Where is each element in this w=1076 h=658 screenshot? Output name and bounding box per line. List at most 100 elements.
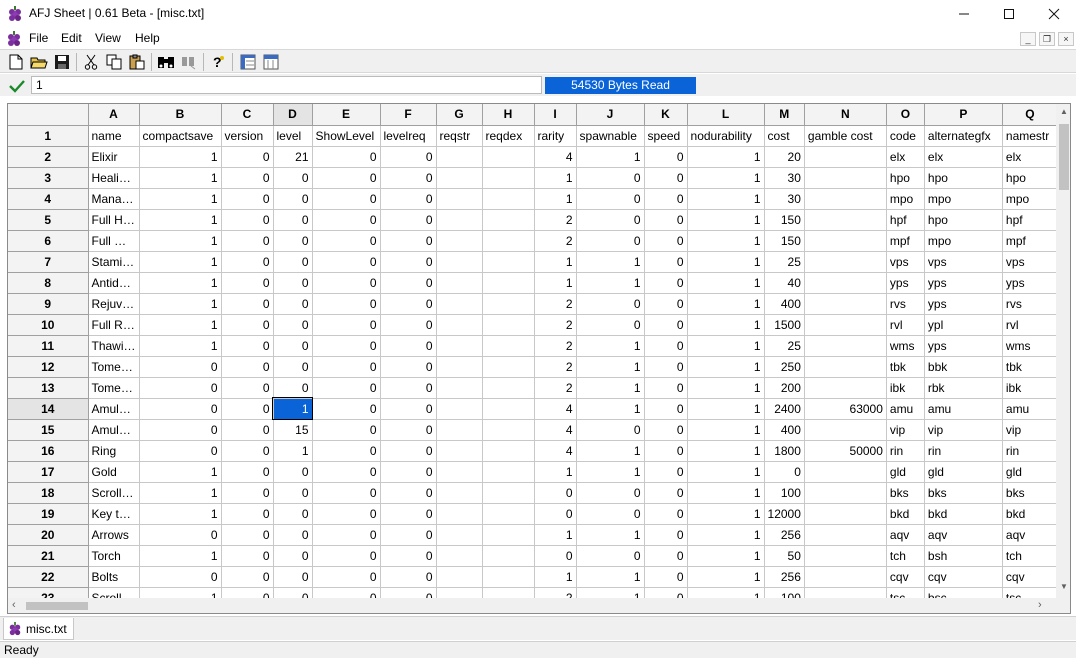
grid-cell[interactable]: Key t…	[88, 503, 140, 525]
grid-cell[interactable]: 0	[139, 356, 222, 378]
grid-cell[interactable]: 0	[273, 566, 313, 588]
grid-cell[interactable]: nodurability	[687, 125, 765, 147]
grid-cell[interactable]: 0	[312, 503, 381, 525]
grid-cell[interactable]: Bolts	[88, 566, 140, 588]
grid-cell[interactable]: 0	[380, 377, 437, 399]
grid-cell[interactable]: 0	[312, 356, 381, 378]
grid-cell[interactable]: yps	[886, 272, 925, 294]
grid-cell[interactable]: rvs	[1002, 293, 1058, 315]
grid-cell[interactable]: 0	[644, 356, 688, 378]
grid-cell[interactable]	[804, 230, 887, 252]
grid-cell[interactable]: bks	[924, 482, 1003, 504]
grid-cell[interactable]: 0	[312, 461, 381, 483]
grid-cell[interactable]: 1	[576, 356, 645, 378]
grid-cell[interactable]: bks	[886, 482, 925, 504]
grid-cell[interactable]: 0	[312, 398, 381, 420]
column-header-g[interactable]: G	[436, 104, 483, 126]
grid-cell[interactable]: vip	[924, 419, 1003, 441]
minimize-button[interactable]	[941, 0, 987, 28]
grid-cell[interactable]: mpf	[886, 230, 925, 252]
grid-cell[interactable]: rvl	[1002, 314, 1058, 336]
grid-cell[interactable]: 0	[576, 188, 645, 210]
new-file-icon[interactable]	[7, 53, 25, 71]
grid-cell[interactable]: 0	[139, 566, 222, 588]
grid-cell[interactable]: 0	[221, 566, 274, 588]
grid-cell[interactable]: 0	[380, 503, 437, 525]
grid-cell[interactable]: 1	[687, 503, 765, 525]
grid-cell[interactable]: 1	[687, 419, 765, 441]
grid-cell[interactable]	[436, 545, 483, 567]
grid-cell[interactable]: speed	[644, 125, 688, 147]
grid-cell[interactable]: 0	[221, 188, 274, 210]
grid-cell[interactable]	[436, 524, 483, 546]
grid-cell[interactable]	[436, 293, 483, 315]
grid-cell[interactable]	[436, 566, 483, 588]
grid-cell[interactable]: 0	[644, 419, 688, 441]
grid-cell[interactable]: 0	[221, 209, 274, 231]
grid-cell[interactable]: Tome…	[88, 356, 140, 378]
grid-cell[interactable]: tch	[1002, 545, 1058, 567]
row-header[interactable]: 3	[8, 167, 89, 189]
grid-cell[interactable]: 21	[273, 146, 313, 168]
column-header-n[interactable]: N	[804, 104, 887, 126]
grid-cell[interactable]: 1	[687, 251, 765, 273]
grid-cell[interactable]: 1	[139, 251, 222, 273]
grid-cell[interactable]: 0	[221, 461, 274, 483]
grid-cell[interactable]: 0	[380, 167, 437, 189]
grid-cell[interactable]	[482, 545, 535, 567]
grid-cell[interactable]: vps	[924, 251, 1003, 273]
save-disk-icon[interactable]	[53, 53, 71, 71]
grid-cell[interactable]: 0	[312, 251, 381, 273]
grid-cell[interactable]: cost	[764, 125, 805, 147]
grid-cell[interactable]: 0	[312, 167, 381, 189]
grid-cell[interactable]: Arrows	[88, 524, 140, 546]
grid-cell[interactable]: bsh	[924, 545, 1003, 567]
grid-cell[interactable]	[436, 146, 483, 168]
grid-cell[interactable]	[436, 461, 483, 483]
grid-cell[interactable]: yps	[1002, 272, 1058, 294]
column-header-c[interactable]: C	[221, 104, 274, 126]
grid-cell[interactable]: 0	[576, 230, 645, 252]
grid-cell[interactable]: 1	[687, 482, 765, 504]
grid-cell[interactable]: amu	[1002, 398, 1058, 420]
grid-cell[interactable]: 0	[221, 524, 274, 546]
grid-cell[interactable]: 0	[221, 314, 274, 336]
grid-cell[interactable]: 400	[764, 419, 805, 441]
grid-cell[interactable]: 15	[273, 419, 313, 441]
grid-cell[interactable]: 0	[644, 335, 688, 357]
column-header-k[interactable]: K	[644, 104, 688, 126]
grid-cell[interactable]: 4	[534, 440, 577, 462]
grid-cell[interactable]: Amul…	[88, 398, 140, 420]
grid-cell[interactable]: Torch	[88, 545, 140, 567]
column-header-m[interactable]: M	[764, 104, 805, 126]
row-header[interactable]: 8	[8, 272, 89, 294]
grid-cell[interactable]: 2	[534, 377, 577, 399]
vertical-scrollbar[interactable]: ▲ ▼	[1056, 104, 1070, 598]
open-folder-icon[interactable]	[30, 53, 48, 71]
grid-cell[interactable]: rin	[886, 440, 925, 462]
grid-cell[interactable]: 0	[221, 272, 274, 294]
grid-cell[interactable]: 1	[687, 146, 765, 168]
grid-cell[interactable]: tch	[886, 545, 925, 567]
grid-cell[interactable]: 1	[139, 293, 222, 315]
grid-cell[interactable]: 0	[221, 377, 274, 399]
grid-cell[interactable]: 0	[312, 377, 381, 399]
grid-cell[interactable]: 0	[312, 188, 381, 210]
column-header-o[interactable]: O	[886, 104, 925, 126]
grid-cell[interactable]: 2	[534, 314, 577, 336]
grid-cell[interactable]: 1	[139, 314, 222, 336]
grid-cell[interactable]: 0	[312, 293, 381, 315]
grid-cell[interactable]: yps	[924, 293, 1003, 315]
grid-cell[interactable]: 0	[644, 209, 688, 231]
grid-cell[interactable]: aqv	[924, 524, 1003, 546]
grid-cell[interactable]: 0	[380, 461, 437, 483]
grid-cell[interactable]	[804, 188, 887, 210]
grid-cell[interactable]	[804, 566, 887, 588]
grid-cell[interactable]: 1	[687, 398, 765, 420]
grid-cell[interactable]: 0	[380, 524, 437, 546]
grid-cell[interactable]: 0	[644, 293, 688, 315]
row-header[interactable]: 5	[8, 209, 89, 231]
grid-cell[interactable]: Full H…	[88, 209, 140, 231]
row-header[interactable]: 20	[8, 524, 89, 546]
grid-cell[interactable]	[804, 293, 887, 315]
